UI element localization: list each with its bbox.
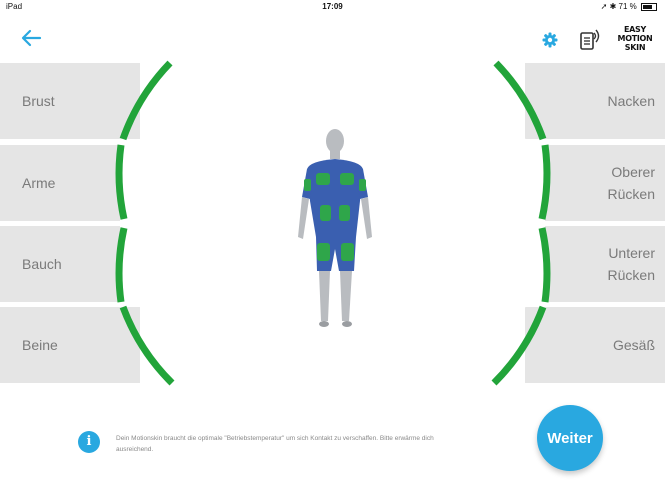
info-message: Dein Motionskin braucht die optimale "Be… <box>116 435 434 453</box>
figure-head <box>326 129 344 153</box>
figure-right-leg <box>340 271 352 321</box>
figure-left-leg <box>319 271 330 321</box>
body-model-figure <box>298 129 372 327</box>
arc-oberer-ruecken <box>538 144 551 220</box>
figure-torso <box>307 159 363 201</box>
arc-arme <box>115 144 128 220</box>
arc-unterer-ruecken <box>538 227 551 303</box>
arc-bauch <box>115 227 128 303</box>
info-icon: i <box>78 431 100 453</box>
weiter-button[interactable]: Weiter <box>537 405 603 471</box>
